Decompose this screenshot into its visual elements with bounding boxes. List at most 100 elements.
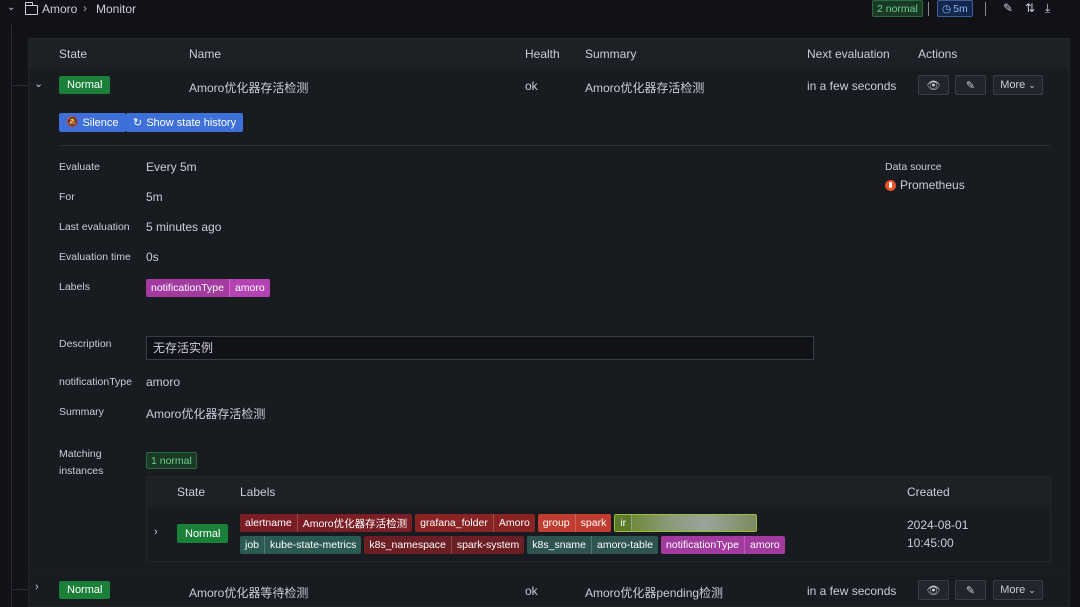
tree-connector (12, 85, 28, 86)
evaluate-value: Every 5m (146, 160, 197, 174)
edit-button[interactable]: ✎ (955, 580, 986, 600)
header-actions: Actions (918, 47, 958, 61)
notification-type-label: notificationType (59, 376, 132, 388)
last-evaluation-value: 5 minutes ago (146, 220, 222, 234)
instance-label-key: notificationType (661, 536, 744, 554)
evaluation-time-value: 0s (146, 250, 159, 264)
chevron-right-icon[interactable]: › (35, 581, 39, 593)
sort-icon[interactable]: ⇅ (1025, 1, 1035, 15)
header-health: Health (525, 47, 560, 61)
export-icon[interactable]: ⤓ (1045, 1, 1050, 16)
state-badge: Normal (59, 581, 111, 599)
chevron-down-icon: ⌄ (1028, 584, 1036, 595)
description-label: Description (59, 338, 112, 350)
silence-button[interactable]: 🔕 Silence (59, 113, 126, 132)
edit-icon[interactable]: ✎ (1003, 1, 1013, 15)
chevron-down-icon[interactable]: ⌄ (7, 2, 15, 13)
divider (985, 2, 986, 16)
chevron-right-icon[interactable]: › (154, 526, 158, 538)
data-source-value[interactable]: Prometheus (900, 178, 965, 192)
instance-label-key: group (537, 514, 575, 532)
rule-health: ok (525, 79, 538, 93)
show-state-history-button[interactable]: ↻ Show state history (126, 113, 244, 132)
description-field: 无存活实例 (146, 336, 814, 360)
instance-label-value (631, 515, 757, 531)
instance-label-value: spark-system (450, 536, 525, 554)
header-state: State (59, 47, 88, 61)
instance-label-value: spark (574, 514, 612, 532)
instance-labels: alertname Amoro优化器存活检测 grafana_folder Amoro… (240, 514, 860, 554)
instance-label-value: amoro-table (590, 536, 659, 554)
rules-panel: State Name Health Summary Next evaluatio… (28, 38, 1070, 607)
instance-label-key: k8s_sname (527, 536, 591, 554)
breadcrumb-folder[interactable]: Amoro (42, 2, 77, 16)
instances-header-created: Created (907, 485, 950, 499)
instance-label-tag: alertname Amoro优化器存活检测 (240, 514, 413, 532)
instances-header-state: State (177, 485, 206, 499)
history-icon: ↻ (133, 117, 143, 129)
prometheus-icon (885, 178, 896, 192)
folder-icon (24, 2, 38, 18)
label-key: notificationType (146, 279, 229, 297)
labels-label: Labels (59, 281, 90, 293)
silence-label: Silence (82, 116, 119, 129)
tree-line (11, 25, 12, 607)
created-date: 2024-08-01 (907, 518, 969, 532)
state-badge: Normal (59, 76, 111, 94)
instance-label-value: amoro (743, 536, 785, 554)
edit-button[interactable]: ✎ (955, 75, 986, 95)
matching-count-badge: 1 normal (146, 452, 197, 469)
rule-name: Amoro优化器存活检测 (189, 81, 309, 95)
notification-type-value: amoro (146, 375, 181, 389)
view-button[interactable]: 👁 (918, 580, 949, 600)
interval-badge: ◷ 5m (937, 0, 973, 17)
instance-label-key: alertname (240, 514, 297, 532)
rule-summary: Amoro优化器存活检测 (585, 81, 705, 95)
top-bar: ⌄ Amoro › Monitor 2 normal ◷ 5m ✎ ⇅ ⤓ (0, 0, 1080, 18)
chevron-down-icon: ⌄ (1028, 79, 1036, 90)
created-time: 10:45:00 (907, 536, 954, 550)
tree-connector (12, 589, 28, 590)
normal-count-badge: 2 normal (872, 0, 923, 17)
instance-label-value: kube-state-metrics (264, 536, 362, 554)
rule-health: ok (525, 584, 538, 598)
more-button[interactable]: More ⌄ (993, 75, 1043, 95)
data-source-label: Data source (885, 161, 942, 173)
view-button[interactable]: 👁 (918, 75, 949, 95)
eye-icon: 👁 (926, 584, 941, 597)
chevron-down-icon[interactable]: ⌄ (34, 77, 43, 90)
header-name: Name (189, 47, 222, 61)
pencil-icon: ✎ (965, 584, 976, 597)
header-next-evaluation: Next evaluation (807, 47, 890, 61)
interval-value: 5m (953, 2, 968, 15)
bell-slash-icon: 🔕 (66, 117, 79, 128)
instance-label-value: Amoro (492, 514, 535, 532)
instances-table: State Labels Created › Normal alertname A… (146, 476, 1051, 562)
summary-value: Amoro优化器存活检测 (146, 407, 266, 421)
instance-label-key: grafana_folder (415, 514, 493, 532)
instance-label-key: k8s_namespace (364, 536, 451, 554)
label-tag: notificationType amoro (146, 279, 270, 297)
summary-label: Summary (59, 406, 104, 418)
divider (928, 2, 929, 16)
for-label: For (59, 191, 75, 203)
eye-icon: 👁 (926, 79, 941, 92)
rule-name: Amoro优化器等待检测 (189, 586, 309, 600)
instance-label-tag: notificationType amoro (661, 536, 785, 554)
divider (29, 574, 1069, 575)
rule-summary: Amoro优化器pending检测 (585, 586, 724, 600)
instance-label-key: ir (615, 515, 632, 531)
divider (59, 145, 1050, 146)
instance-label-key: job (240, 536, 265, 554)
breadcrumb-separator: › (83, 1, 87, 15)
instances-header-labels: Labels (240, 485, 276, 499)
more-button[interactable]: More ⌄ (993, 580, 1043, 600)
history-label: Show state history (146, 116, 237, 129)
evaluate-label: Evaluate (59, 161, 100, 173)
pencil-icon: ✎ (965, 79, 976, 92)
instance-label-tag: grafana_folder Amoro (415, 514, 535, 532)
rule-next-evaluation: in a few seconds (807, 79, 897, 93)
instance-label-tag: job kube-state-metrics (240, 536, 362, 554)
instance-state-badge: Normal (177, 524, 229, 543)
matching-instances-label: Matching (59, 448, 102, 460)
